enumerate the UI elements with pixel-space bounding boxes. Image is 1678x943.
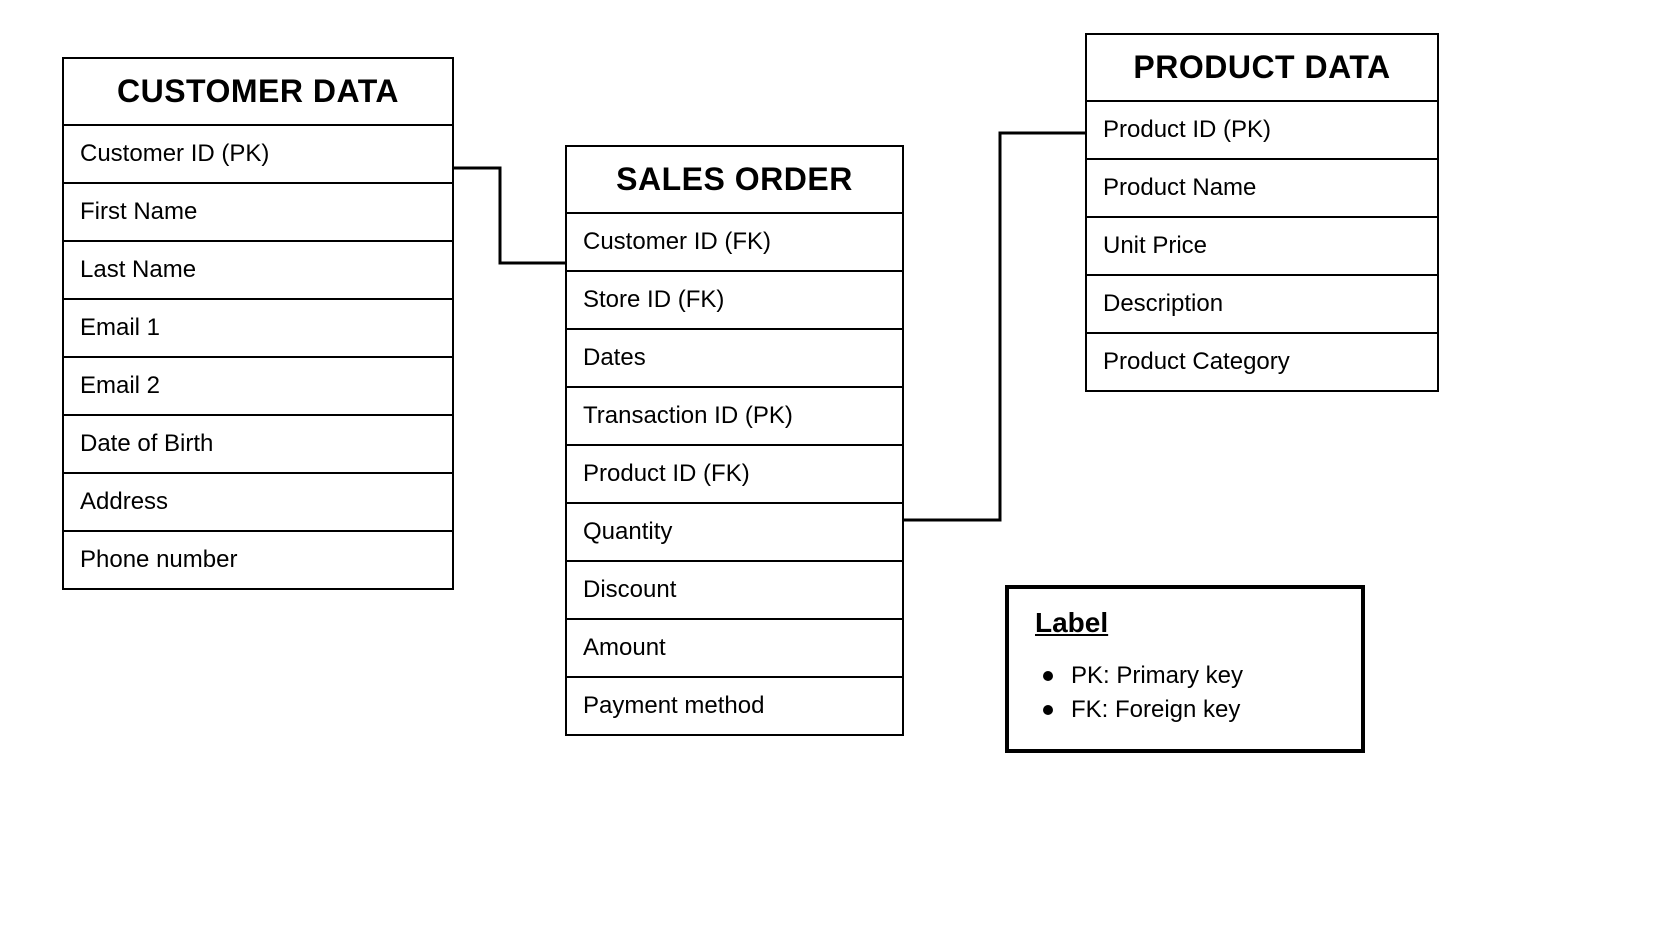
entity-field: Description <box>1087 276 1437 334</box>
legend-item: PK: Primary key <box>1071 659 1335 693</box>
entity-field: Discount <box>567 562 902 620</box>
entity-header-product: PRODUCT DATA <box>1087 35 1437 102</box>
entity-field: Quantity <box>567 504 902 562</box>
entity-field: Product ID (FK) <box>567 446 902 504</box>
entity-header-customer: CUSTOMER DATA <box>64 59 452 126</box>
entity-sales-order: SALES ORDER Customer ID (FK) Store ID (F… <box>565 145 904 736</box>
entity-field: Date of Birth <box>64 416 452 474</box>
entity-product-data: PRODUCT DATA Product ID (PK) Product Nam… <box>1085 33 1439 392</box>
entity-field: Customer ID (FK) <box>567 214 902 272</box>
entity-field: Dates <box>567 330 902 388</box>
entity-field: First Name <box>64 184 452 242</box>
entity-field: Unit Price <box>1087 218 1437 276</box>
entity-field: Product ID (PK) <box>1087 102 1437 160</box>
entity-field: Email 2 <box>64 358 452 416</box>
legend-title: Label <box>1035 607 1335 639</box>
entity-field: Transaction ID (PK) <box>567 388 902 446</box>
entity-field: Payment method <box>567 678 902 734</box>
entity-field: Last Name <box>64 242 452 300</box>
entity-field: Store ID (FK) <box>567 272 902 330</box>
legend-box: Label PK: Primary key FK: Foreign key <box>1005 585 1365 753</box>
legend-item: FK: Foreign key <box>1071 693 1335 727</box>
entity-customer-data: CUSTOMER DATA Customer ID (PK) First Nam… <box>62 57 454 590</box>
entity-field: Amount <box>567 620 902 678</box>
entity-field: Email 1 <box>64 300 452 358</box>
entity-field: Phone number <box>64 532 452 588</box>
entity-field: Address <box>64 474 452 532</box>
entity-field: Product Name <box>1087 160 1437 218</box>
entity-header-sales: SALES ORDER <box>567 147 902 214</box>
entity-field: Customer ID (PK) <box>64 126 452 184</box>
entity-field: Product Category <box>1087 334 1437 390</box>
